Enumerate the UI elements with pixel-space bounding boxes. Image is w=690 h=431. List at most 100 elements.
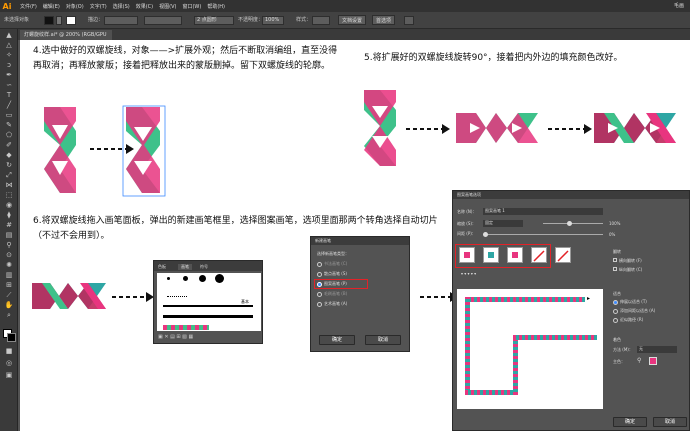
menu-file[interactable]: 文件(F) (20, 3, 37, 10)
menu-effect[interactable]: 效果(C) (136, 3, 153, 10)
menu-view[interactable]: 视图(V) (159, 3, 176, 10)
flip-along-option[interactable]: 横向翻转 (F) (613, 258, 642, 264)
method-select[interactable]: 无 (637, 346, 677, 353)
brush-basic-line[interactable] (163, 305, 253, 307)
outer-corner-tile-box[interactable] (483, 247, 499, 263)
stroke-swatch[interactable] (66, 16, 76, 25)
menu-help[interactable]: 帮助(H) (207, 3, 225, 10)
fill-swatch[interactable] (44, 16, 54, 25)
color-mode-icon[interactable]: ■ (3, 347, 15, 356)
hand-tool-icon[interactable]: ✋ (3, 301, 15, 310)
radio-calligraphic[interactable] (317, 261, 322, 267)
selection-tool-icon[interactable]: ▲ (3, 31, 15, 40)
option-bristle[interactable]: 毛刷画笔 (B) (317, 291, 347, 297)
start-tile-box[interactable] (531, 247, 547, 263)
key-color-swatch[interactable] (649, 357, 657, 365)
radio-fit-space[interactable] (613, 308, 618, 314)
pattern-ok-button[interactable]: 确定 (613, 417, 647, 427)
menu-type[interactable]: 文字(T) (90, 3, 107, 10)
arrange-icon[interactable] (404, 16, 414, 25)
scale-slider[interactable] (543, 223, 603, 224)
tab-brushes[interactable]: 画笔 (178, 264, 192, 270)
radio-fit-stretch[interactable] (613, 299, 618, 305)
menu-window[interactable]: 窗口(W) (182, 3, 201, 10)
style-dropdown[interactable] (312, 16, 330, 25)
brush-dot-1[interactable] (167, 277, 170, 280)
tile-dropdown-icons[interactable]: ▾ ▾ ▾ ▾ ▾ (461, 271, 476, 276)
document-setup-button[interactable]: 文档设置 (338, 15, 367, 25)
end-tile-box[interactable] (555, 247, 571, 263)
option-calligraphic[interactable]: 书法画笔 (C) (317, 261, 347, 267)
blend-tool-icon[interactable]: ⊙ (3, 251, 15, 260)
scale-tool-icon[interactable]: ⤢ (3, 171, 15, 180)
magic-wand-tool-icon[interactable]: ✧ (3, 51, 15, 60)
helix-before[interactable] (40, 105, 80, 195)
rectangle-tool-icon[interactable]: ▭ (3, 111, 15, 120)
brush-dot-2[interactable] (183, 276, 188, 281)
helix-vertical-result[interactable] (362, 88, 398, 168)
shaper-tool-icon[interactable]: ⬠ (3, 131, 15, 140)
tab-symbols[interactable]: 符号 (200, 264, 208, 270)
radio-scatter[interactable] (317, 271, 322, 277)
helix-recolored[interactable] (592, 111, 678, 145)
scale-mode-select[interactable]: 固定 (483, 220, 523, 227)
fit-approximate-option[interactable]: 近似路径 (R) (613, 317, 643, 323)
fill-dropdown[interactable] (56, 16, 62, 25)
brush-thick-line[interactable] (163, 315, 253, 318)
brush-scatter[interactable] (167, 291, 187, 297)
menu-object[interactable]: 对象(O) (66, 3, 84, 10)
width-tool-icon[interactable]: ⋈ (3, 181, 15, 190)
zoom-tool-icon[interactable]: ⌕ (3, 311, 15, 320)
line-tool-icon[interactable]: ╱ (3, 101, 15, 110)
type-tool-icon[interactable]: T (3, 91, 15, 100)
radio-fit-approx[interactable] (613, 317, 618, 323)
mesh-tool-icon[interactable]: # (3, 221, 15, 230)
draw-mode-icon[interactable]: ◎ (3, 359, 15, 368)
lasso-tool-icon[interactable]: ↄ (3, 61, 15, 70)
brush-dot-3[interactable] (199, 275, 206, 282)
new-brush-cancel-button[interactable]: 取消 (365, 335, 401, 345)
paintbrush-tool-icon[interactable]: ✎ (3, 121, 15, 130)
eyedropper-icon[interactable]: ⚲ (637, 357, 641, 364)
slice-tool-icon[interactable]: ⟋ (3, 291, 15, 300)
helix-pattern-source[interactable] (30, 281, 108, 311)
option-art[interactable]: 艺术画笔 (A) (317, 301, 347, 307)
helix-rotated[interactable] (454, 111, 540, 145)
name-input[interactable]: 图案画笔 1 (483, 208, 603, 215)
gradient-tool-icon[interactable]: ▤ (3, 231, 15, 240)
fit-stretch-option[interactable]: 伸展以适合 (T) (613, 299, 647, 305)
perspective-tool-icon[interactable]: ⧫ (3, 211, 15, 220)
curvature-tool-icon[interactable]: ∽ (3, 81, 15, 90)
helix-expanded[interactable] (122, 105, 166, 197)
radio-pattern-selected[interactable] (317, 281, 322, 287)
eraser-tool-icon[interactable]: ◆ (3, 151, 15, 160)
option-scatter[interactable]: 散点画笔 (S) (317, 271, 347, 277)
document-tab[interactable]: 灯螺旋纹样.ai* @ 200% (RGB/GPU 预览) (20, 30, 112, 48)
brush-pattern-new[interactable] (163, 325, 209, 330)
opacity-field[interactable]: 100% (262, 16, 284, 25)
menu-edit[interactable]: 编辑(E) (43, 3, 60, 10)
new-brush-ok-button[interactable]: 确定 (319, 335, 355, 345)
pattern-cancel-button[interactable]: 取消 (653, 417, 687, 427)
radio-art[interactable] (317, 301, 322, 307)
menu-select[interactable]: 选择(S) (113, 3, 130, 10)
eyedropper-tool-icon[interactable]: ⚲ (3, 241, 15, 250)
symbol-sprayer-tool-icon[interactable]: ✺ (3, 261, 15, 270)
fit-add-space-option[interactable]: 添加间距以适合 (A) (613, 308, 655, 314)
radio-bristle[interactable] (317, 291, 322, 297)
preferences-button[interactable]: 首选项 (372, 15, 396, 25)
workspace-label[interactable]: 毛画 (674, 2, 684, 9)
stroke-weight-field[interactable] (104, 16, 138, 25)
spacing-value[interactable]: 0% (609, 232, 615, 237)
free-transform-tool-icon[interactable]: ⬚ (3, 191, 15, 200)
pencil-tool-icon[interactable]: ✐ (3, 141, 15, 150)
direct-selection-tool-icon[interactable]: △ (3, 41, 15, 50)
spacing-slider[interactable] (483, 234, 603, 235)
brush-definition-field[interactable]: 2 点圆形 (194, 16, 234, 25)
flip-across-option[interactable]: 纵向翻转 (C) (613, 267, 642, 273)
pen-tool-icon[interactable]: ✒ (3, 71, 15, 80)
inner-corner-tile-box[interactable] (507, 247, 523, 263)
screen-mode-icon[interactable]: ▣ (3, 371, 15, 380)
side-tile-box[interactable] (459, 247, 475, 263)
tab-swatches[interactable]: 色板 (158, 264, 166, 270)
